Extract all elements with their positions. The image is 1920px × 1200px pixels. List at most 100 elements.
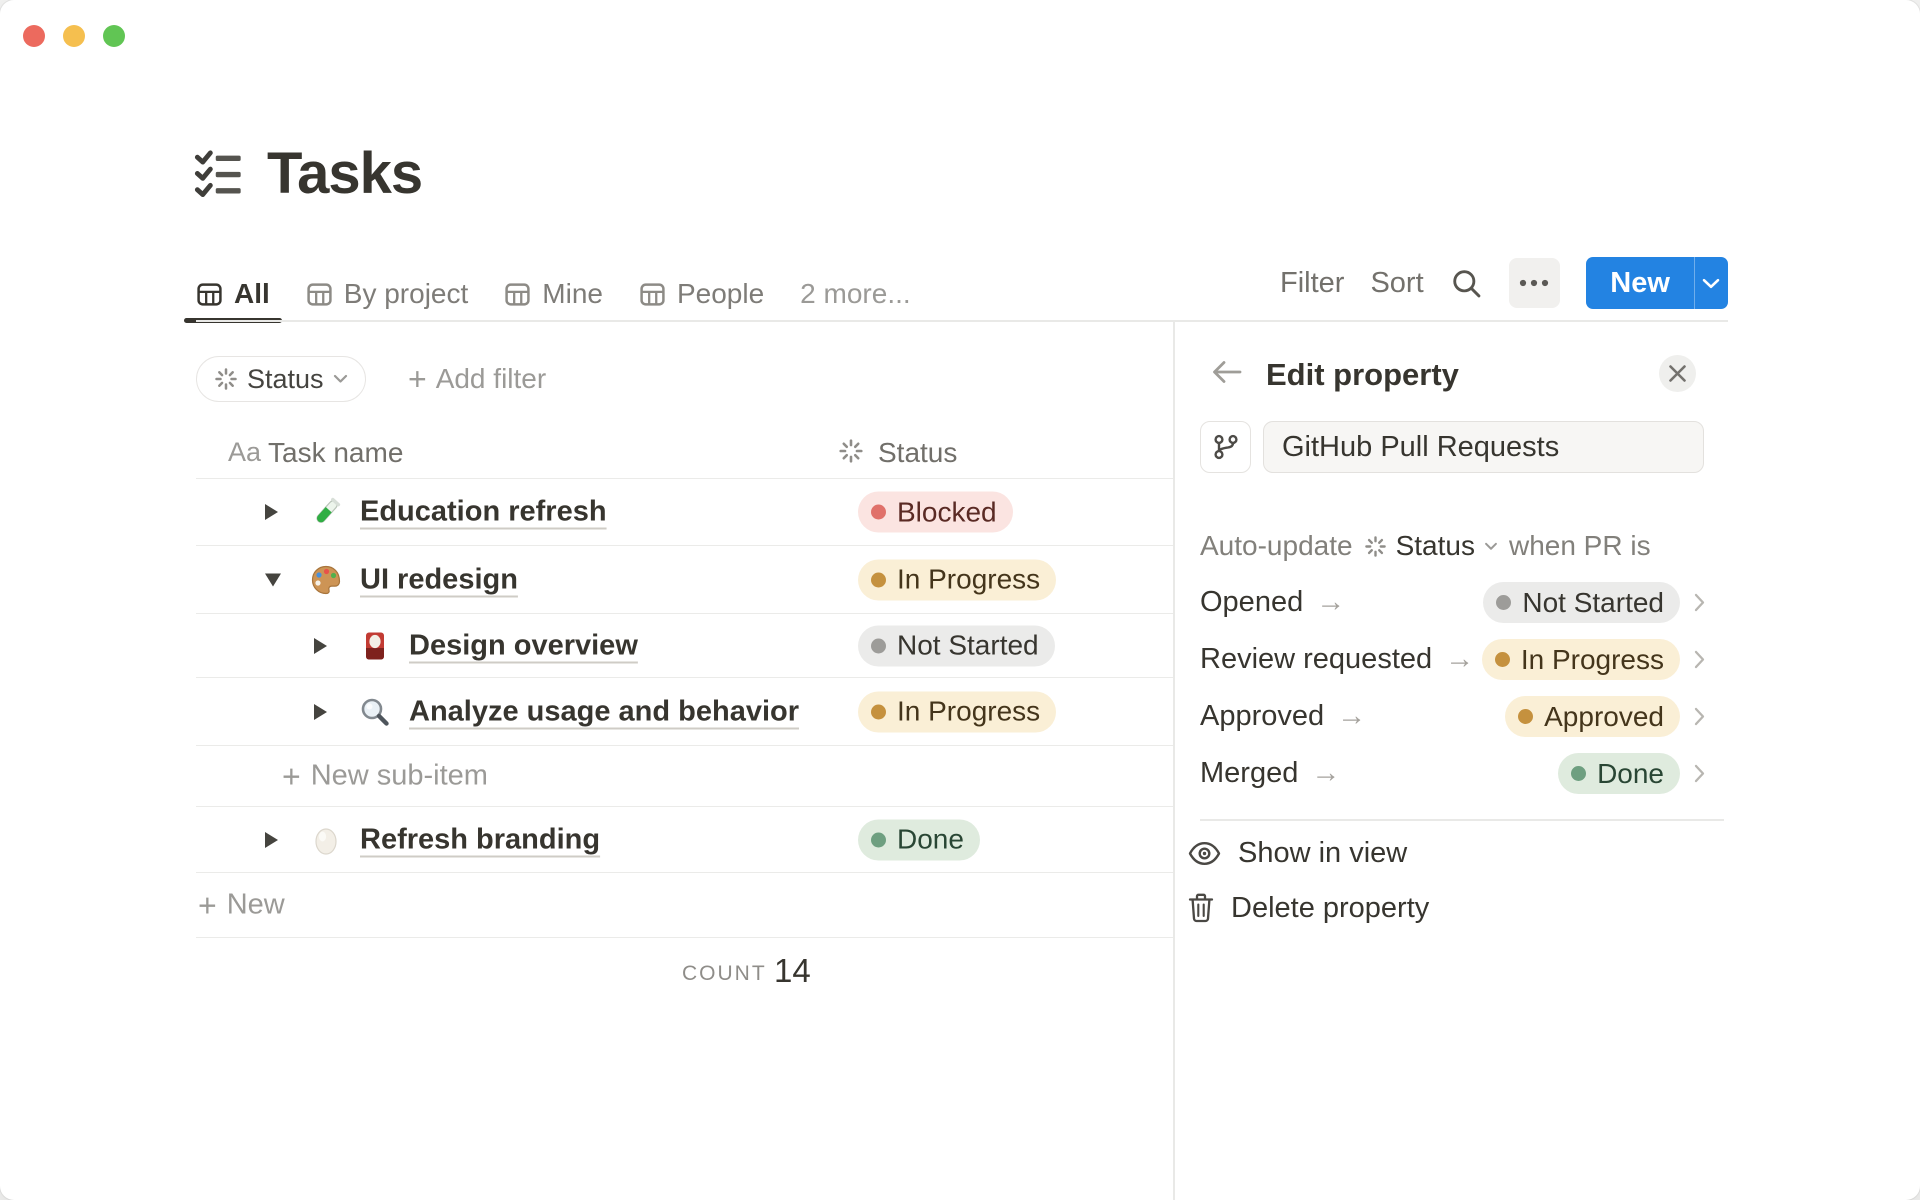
table-row[interactable]: Analyze usage and behavior In Progress: [196, 677, 1173, 745]
tab-all[interactable]: All: [184, 266, 282, 323]
plus-icon: +: [408, 361, 427, 397]
page-header: Tasks: [193, 140, 423, 207]
close-window-button[interactable]: [23, 25, 45, 47]
tab-people[interactable]: People: [639, 266, 764, 322]
property-name-input[interactable]: [1263, 421, 1704, 473]
table-row[interactable]: Education refresh Blocked: [196, 478, 1173, 545]
back-arrow-icon[interactable]: [1210, 358, 1244, 386]
zoom-window-button[interactable]: [103, 25, 125, 47]
status-dot-icon: [871, 504, 886, 520]
column-header-status[interactable]: Status: [878, 437, 957, 469]
task-name-link[interactable]: Refresh branding: [360, 823, 600, 856]
new-task-label: New: [226, 888, 285, 921]
mapping-status-selector[interactable]: Not Started: [1483, 582, 1706, 623]
property-type-button[interactable]: [1200, 421, 1251, 473]
task-name-link[interactable]: UI redesign: [360, 563, 518, 596]
auto-update-rule: Auto-update Status when PR is: [1200, 527, 1651, 565]
status-badge[interactable]: Blocked: [858, 491, 1013, 533]
new-button-group: New: [1586, 257, 1728, 309]
plus-icon: +: [198, 887, 217, 923]
status-badge-label: In Progress: [897, 695, 1041, 727]
collapse-toggle-icon[interactable]: [265, 573, 281, 586]
new-sub-item-row[interactable]: + New sub-item: [196, 745, 1173, 806]
chevron-right-icon: [1694, 707, 1705, 726]
new-dropdown-button[interactable]: [1693, 257, 1728, 309]
tab-label: All: [234, 278, 270, 309]
tab-mine[interactable]: Mine: [504, 266, 603, 322]
auto-update-prefix: Auto-update: [1200, 530, 1353, 561]
expand-toggle-icon[interactable]: [265, 831, 278, 848]
auto-update-suffix: when PR is: [1508, 530, 1651, 561]
status-badge-label: Done: [897, 823, 964, 855]
add-filter-button[interactable]: + Add filter: [408, 356, 546, 402]
column-header-task-name[interactable]: Task name: [268, 437, 403, 469]
new-sub-item-button[interactable]: + New sub-item: [282, 760, 488, 793]
task-name-link[interactable]: Education refresh: [360, 496, 607, 529]
chevron-right-icon: [1694, 764, 1705, 783]
table-row[interactable]: UI redesign In Progress: [196, 545, 1173, 613]
panel-title: Edit property: [1266, 357, 1459, 392]
plus-icon: +: [282, 758, 301, 794]
status-badge[interactable]: In Progress: [858, 559, 1057, 600]
checklist-icon: [193, 148, 245, 200]
status-badge-label: Approved: [1544, 700, 1664, 732]
git-branch-icon: [1213, 434, 1238, 460]
tabs-more-button[interactable]: 2 more...: [800, 278, 910, 310]
mapping-status-selector[interactable]: Done: [1558, 753, 1706, 794]
table-footer: COUNT 14: [196, 937, 1173, 1007]
status-badge[interactable]: Done: [858, 819, 980, 860]
table-view-icon: [306, 281, 333, 308]
status-filter-pill[interactable]: Status: [196, 356, 366, 402]
expand-toggle-icon[interactable]: [265, 504, 278, 520]
close-icon: [1669, 365, 1686, 382]
close-panel-button[interactable]: [1659, 355, 1696, 392]
tabs-divider: [196, 320, 1728, 322]
status-badge-label: In Progress: [897, 563, 1041, 595]
eye-icon: [1188, 841, 1221, 865]
pr-event-label: Opened: [1200, 586, 1304, 618]
task-name-link[interactable]: Analyze usage and behavior: [409, 695, 799, 728]
search-icon[interactable]: [1450, 267, 1483, 300]
arrow-right-icon: →: [1316, 586, 1346, 618]
expand-toggle-icon[interactable]: [314, 637, 327, 654]
mapping-row-approved: Approved → Approved: [1200, 688, 1706, 745]
mapping-status-selector[interactable]: In Progress: [1481, 639, 1706, 680]
status-badge-label: Not Started: [1522, 586, 1664, 618]
status-property-selector[interactable]: Status: [1364, 530, 1498, 562]
count-label[interactable]: COUNT: [682, 962, 767, 986]
status-badge[interactable]: In Progress: [858, 691, 1057, 732]
expand-toggle-icon[interactable]: [314, 703, 327, 720]
minimize-window-button[interactable]: [63, 25, 85, 47]
add-filter-label: Add filter: [435, 363, 547, 394]
status-filter-label: Status: [247, 363, 324, 394]
mapping-status-selector[interactable]: Approved: [1505, 696, 1706, 737]
show-in-view-button[interactable]: Show in view: [1188, 831, 1588, 875]
status-dot-icon: [1496, 595, 1512, 610]
filter-button[interactable]: Filter: [1280, 267, 1344, 300]
table-row[interactable]: Refresh branding Done: [196, 806, 1173, 872]
new-button[interactable]: New: [1586, 257, 1694, 309]
more-options-button[interactable]: [1508, 258, 1561, 308]
page-title: Tasks: [267, 141, 423, 206]
status-dot-icon: [1518, 709, 1534, 724]
table-row[interactable]: Design overview Not Started: [196, 613, 1173, 677]
status-badge[interactable]: Not Started: [858, 625, 1055, 666]
delete-property-button[interactable]: Delete property: [1188, 886, 1588, 930]
tab-by-project[interactable]: By project: [306, 266, 468, 322]
test-tube-icon: [309, 495, 343, 529]
view-toolbar: Filter Sort New: [1280, 254, 1728, 312]
new-task-button[interactable]: + New: [198, 889, 285, 922]
status-spinner-icon: [838, 438, 864, 464]
status-spinner-icon: [1364, 535, 1386, 557]
chevron-right-icon: [1694, 650, 1705, 669]
status-dot-icon: [1494, 652, 1510, 667]
new-row[interactable]: + New: [196, 872, 1173, 937]
arrow-right-icon: →: [1337, 700, 1367, 732]
notion-window: Tasks All By project Mine People 2 more.…: [0, 0, 1920, 1200]
status-dot-icon: [871, 572, 886, 587]
sort-button[interactable]: Sort: [1370, 267, 1423, 300]
panel-divider-vertical: [1173, 322, 1175, 1200]
delete-property-label: Delete property: [1231, 891, 1430, 924]
task-name-link[interactable]: Design overview: [409, 629, 638, 662]
table-view-icon: [504, 281, 531, 308]
